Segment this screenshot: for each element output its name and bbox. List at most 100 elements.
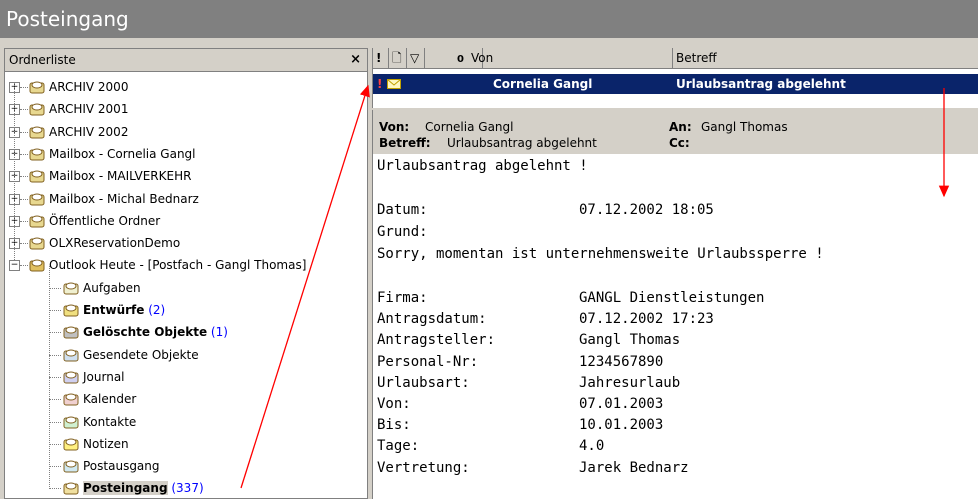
field-label: Tage: bbox=[377, 438, 420, 455]
message-from: Cornelia Gangl bbox=[493, 77, 593, 91]
folder-pane-header: Ordnerliste × bbox=[5, 49, 367, 72]
folder-label: ARCHIV 2002 bbox=[49, 124, 129, 139]
tree-connector bbox=[49, 399, 61, 401]
tree-connector bbox=[20, 109, 28, 111]
tree-connector bbox=[49, 466, 61, 468]
folder-label: Gelöschte Objekte bbox=[83, 325, 208, 340]
column-importance[interactable]: ! bbox=[373, 48, 389, 68]
from-label: Von: bbox=[379, 120, 410, 134]
unread-count: (1) bbox=[207, 325, 228, 340]
folder-pane-title: Ordnerliste bbox=[9, 53, 76, 67]
folder-label: Notizen bbox=[83, 436, 129, 451]
folder-label: Entwürfe bbox=[83, 303, 145, 317]
to-label: An: bbox=[669, 120, 692, 134]
tree-connector bbox=[20, 220, 28, 222]
body-title: Urlaubsantrag abgelehnt ! bbox=[377, 158, 588, 174]
tree-connector bbox=[20, 131, 28, 133]
folder-label-wrap: Gelöschte Objekte (1) bbox=[83, 321, 228, 343]
subject-label: Betreff: bbox=[379, 136, 431, 150]
column-flag[interactable]: ▽ bbox=[407, 48, 425, 68]
folder-label-wrap: Outlook Heute - [Postfach - Gangl Thomas… bbox=[49, 254, 306, 276]
tree-connector bbox=[20, 153, 28, 155]
tree-connector bbox=[49, 376, 61, 378]
folder-label: Gesendete Objekte bbox=[83, 347, 199, 362]
field-label: Von: bbox=[377, 396, 411, 412]
folder-label-wrap: Journal bbox=[83, 366, 125, 388]
collapse-icon[interactable]: − bbox=[9, 260, 20, 272]
folder-label-wrap: Öffentliche Ordner bbox=[49, 210, 160, 232]
mailbox-icon bbox=[29, 146, 45, 161]
mailbox-icon bbox=[29, 124, 45, 139]
sent-items-icon bbox=[63, 347, 79, 362]
unread-count: (2) bbox=[144, 303, 166, 317]
message-list: ! 🗋 ▽ 0 Von Betreff ! Cornelia Gangl Url… bbox=[372, 48, 978, 108]
inbox-icon bbox=[63, 480, 79, 495]
outbox-icon bbox=[63, 458, 79, 473]
field-value: 4.0 bbox=[579, 438, 605, 455]
calendar-icon bbox=[63, 391, 79, 406]
field-value: 10.01.2003 bbox=[579, 417, 664, 434]
tree-connector bbox=[49, 266, 50, 490]
folder-label-wrap: Mailbox - Cornelia Gangl bbox=[49, 143, 196, 165]
folder-label-wrap: ARCHIV 2002 bbox=[49, 121, 128, 143]
folder-label: Mailbox - MAILVERKEHR bbox=[49, 169, 192, 184]
subject-value: Urlaubsantrag abgelehnt bbox=[447, 136, 597, 150]
column-subject[interactable]: Betreff bbox=[673, 48, 978, 68]
field-value: Jarek Bednarz bbox=[579, 459, 689, 476]
to-value: Gangl Thomas bbox=[701, 120, 788, 134]
high-importance-icon: ! bbox=[377, 77, 383, 91]
tree-connector bbox=[20, 198, 28, 200]
column-type[interactable]: 🗋 bbox=[389, 48, 407, 68]
folder-label-wrap: Notizen bbox=[83, 433, 129, 455]
field-value: GANGL Dienstleistungen bbox=[579, 290, 765, 306]
mailbox-icon bbox=[29, 101, 45, 116]
unread-count: (337) bbox=[167, 481, 204, 496]
field-label: Antragsdatum: bbox=[377, 311, 487, 328]
message-row[interactable]: ! Cornelia Gangl Urlaubsantrag abgelehnt bbox=[373, 74, 978, 94]
folder-label-wrap: Posteingang (337) bbox=[83, 477, 204, 498]
tree-connector bbox=[14, 82, 15, 261]
folder-label: Mailbox - Michal Bednarz bbox=[49, 191, 199, 206]
envelope-icon bbox=[387, 79, 401, 89]
field-label: Bis: bbox=[377, 417, 411, 434]
field-label: Personal-Nr: bbox=[377, 353, 479, 370]
tree-connector bbox=[49, 443, 61, 445]
tree-connector bbox=[49, 287, 61, 289]
folder-label: Posteingang bbox=[83, 481, 168, 496]
tree-connector bbox=[49, 310, 61, 311]
folder-label-wrap: Entwürfe (2) bbox=[83, 299, 165, 321]
folder-label-wrap: ARCHIV 2001 bbox=[49, 98, 128, 120]
mailbox-icon bbox=[29, 191, 45, 205]
folder-label-wrap: OLXReservationDemo bbox=[49, 232, 180, 254]
folder-label-wrap: Kalender bbox=[83, 388, 136, 410]
folder-label-wrap: Kontakte bbox=[83, 411, 136, 433]
field-value: Jahresurlaub bbox=[579, 374, 681, 391]
reason-text: Sorry, momentan ist unternehmensweite Ur… bbox=[377, 246, 824, 262]
column-from-label[interactable]: Von bbox=[468, 48, 673, 68]
tree-connector bbox=[20, 265, 28, 267]
field-value: 1234567890 bbox=[579, 353, 664, 370]
from-value: Cornelia Gangl bbox=[425, 120, 514, 134]
column-headers: ! 🗋 ▽ 0 Von Betreff bbox=[373, 48, 978, 69]
field-value: 07.01.2003 bbox=[579, 396, 664, 412]
folder-label: Aufgaben bbox=[83, 280, 141, 295]
deleted-items-icon bbox=[63, 324, 79, 339]
tree-connector bbox=[49, 488, 61, 490]
journal-icon bbox=[63, 369, 79, 384]
folder-label-wrap: Gesendete Objekte bbox=[83, 344, 199, 366]
mailbox-icon bbox=[29, 235, 45, 250]
window-title: Posteingang bbox=[0, 0, 978, 38]
notes-icon bbox=[63, 436, 79, 451]
tree-connector bbox=[20, 176, 28, 178]
close-pane-button[interactable]: × bbox=[350, 49, 361, 71]
tree-connector bbox=[49, 332, 61, 334]
preview-header: Von: Cornelia Gangl Betreff: Urlaubsantr… bbox=[373, 110, 978, 154]
field-label: Urlaubsart: bbox=[377, 374, 470, 391]
tree-connector bbox=[49, 354, 61, 356]
tasks-icon bbox=[63, 280, 79, 295]
folder-label: ARCHIV 2000 bbox=[49, 80, 129, 94]
folder-label: ARCHIV 2001 bbox=[49, 102, 129, 117]
folder-label: Mailbox - Cornelia Gangl bbox=[49, 146, 196, 161]
field-value: Gangl Thomas bbox=[579, 332, 681, 349]
drafts-icon bbox=[63, 302, 79, 317]
